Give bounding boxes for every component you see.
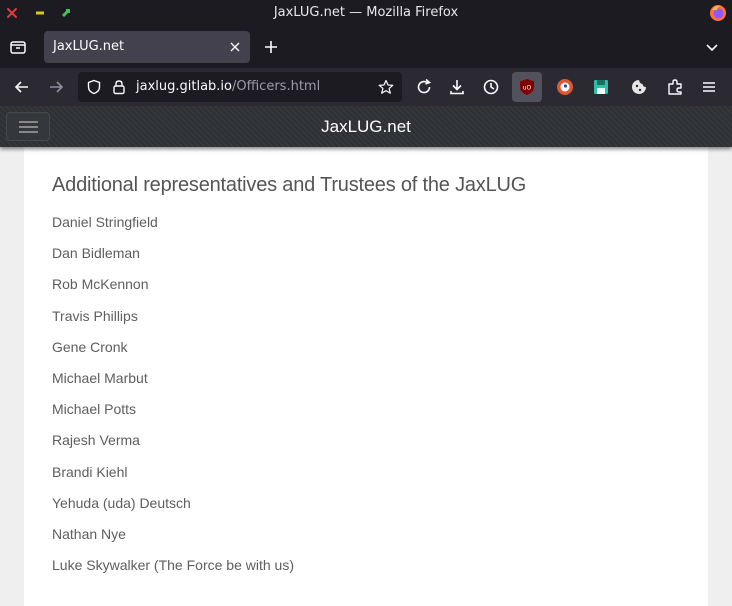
list-item: Rajesh Verma [52,432,140,449]
page-viewport: JaxLUG.net Additional representatives an… [0,106,732,606]
window-title: JaxLUG.net — Mozilla Firefox [273,5,459,20]
chevron-down-icon[interactable] [704,39,720,55]
site-brand-link[interactable]: JaxLUG.net [0,117,732,137]
list-item: Travis Phillips [52,307,138,324]
list-item: Yehuda (uda) Deutsch [52,494,191,511]
forward-icon[interactable] [46,77,66,97]
list-item: Michael Marbut [52,369,148,386]
url-text: jaxlug.gitlab.io/Officers.html [136,79,320,94]
tab-active[interactable]: JaxLUG.net [44,31,250,63]
list-item: Nathan Nye [52,525,126,542]
tab-title: JaxLUG.net [53,39,125,54]
navigation-toolbar: jaxlug.gitlab.io/Officers.html uO [0,68,732,106]
duckduckgo-icon[interactable] [555,77,575,97]
save-icon[interactable] [591,77,611,97]
history-icon[interactable] [481,77,501,97]
ublock-button[interactable]: uO [512,72,542,102]
list-item: Luke Skywalker (The Force be with us) [52,557,294,574]
lock-icon[interactable] [111,79,127,95]
main-content: Additional representatives and Trustees … [24,147,708,606]
site-navbar: JaxLUG.net [0,106,732,147]
list-item: Michael Potts [52,401,137,418]
list-item: Dan Bidleman [52,245,140,262]
firefox-icon [710,5,726,21]
menu-icon[interactable] [699,77,719,97]
list-item: Brandi Kiehl [52,463,128,480]
extensions-icon[interactable] [665,77,685,97]
url-host: jaxlug.gitlab.io [136,79,232,94]
reload-icon[interactable] [414,77,434,97]
tab-close-icon[interactable] [228,40,242,54]
tab-strip: JaxLUG.net [0,26,732,68]
trustee-list: Daniel Stringfield Dan Bidleman Rob McKe… [52,213,294,587]
list-item: Daniel Stringfield [52,214,158,230]
list-item: Rob McKennon [52,276,149,293]
window-titlebar: JaxLUG.net — Mozilla Firefox [0,0,732,26]
list-item: Gene Cronk [52,338,128,355]
shield-icon[interactable] [86,79,102,95]
download-icon[interactable] [447,77,467,97]
page-heading: Additional representatives and Trustees … [52,174,527,196]
back-icon[interactable] [12,77,32,97]
ublock-icon: uO [520,79,534,95]
cookie-icon[interactable] [629,77,649,97]
svg-text:uO: uO [523,85,532,92]
tab-manager-icon[interactable] [8,37,28,57]
star-icon[interactable] [378,79,394,95]
url-path: /Officers.html [232,79,321,94]
address-bar[interactable]: jaxlug.gitlab.io/Officers.html [78,72,402,102]
new-tab-icon[interactable] [262,38,280,56]
